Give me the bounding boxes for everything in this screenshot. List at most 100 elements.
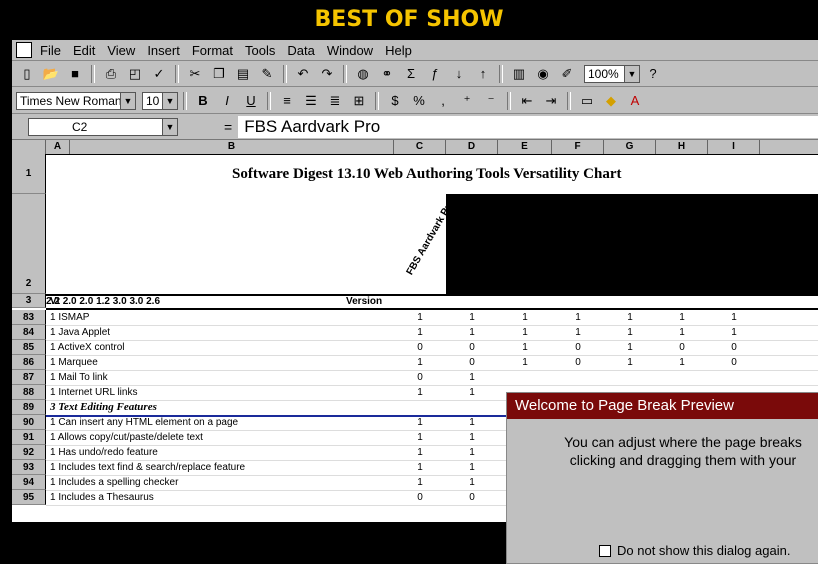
value-cell[interactable]: 0 [394,370,446,385]
bold-button[interactable]: B [192,91,214,111]
sort-descending-icon[interactable]: ↑ [472,64,494,84]
formula-input[interactable]: FBS Aardvark Pro [238,116,818,138]
value-cell[interactable]: 1 [446,475,498,490]
value-cell[interactable]: 0 [708,340,760,355]
document-icon[interactable] [16,42,32,58]
menu-format[interactable]: Format [186,43,239,58]
feature-label[interactable]: 1 Includes text find & search/replace fe… [50,460,390,475]
row-header[interactable]: 85 [12,340,46,355]
equals-icon[interactable]: = [224,119,232,135]
value-cell[interactable]: 1 [446,325,498,340]
autosum-icon[interactable]: Σ [400,64,422,84]
help-icon[interactable]: ? [642,64,664,84]
italic-button[interactable]: I [216,91,238,111]
value-cell[interactable]: 1 [394,445,446,460]
chart-wizard-icon[interactable]: ▥ [508,64,530,84]
align-left-icon[interactable]: ≡ [276,91,298,111]
row-header[interactable]: 86 [12,355,46,370]
align-center-icon[interactable]: ☰ [300,91,322,111]
feature-label[interactable]: 1 Java Applet [50,325,390,340]
menu-data[interactable]: Data [281,43,320,58]
cut-icon[interactable]: ✂ [184,64,206,84]
value-cell[interactable]: 1 [394,415,446,430]
value-cell[interactable]: 1 [446,370,498,385]
save-icon[interactable]: ■ [64,64,86,84]
fill-color-icon[interactable]: ◆ [600,91,622,111]
comma-icon[interactable]: , [432,91,454,111]
row-header[interactable]: 87 [12,370,46,385]
undo-icon[interactable]: ↶ [292,64,314,84]
value-cell[interactable]: 0 [656,340,708,355]
value-cell[interactable]: 1 [604,325,656,340]
value-cell[interactable]: 1 [604,340,656,355]
paste-icon[interactable]: ▤ [232,64,254,84]
value-cell[interactable]: 1 [552,310,604,325]
value-cell[interactable]: 0 [394,340,446,355]
value-cell[interactable]: 1 [656,325,708,340]
value-cell[interactable]: 1 [446,445,498,460]
value-cell[interactable]: 1 [394,310,446,325]
version-cell[interactable]: 3.0 [129,296,143,307]
value-cell[interactable]: 1 [394,385,446,400]
increase-decimal-icon[interactable]: ⁺ [456,91,478,111]
row-header[interactable]: 93 [12,460,46,475]
print-preview-icon[interactable]: ◰ [124,64,146,84]
version-cell[interactable]: 1.2 [96,296,110,307]
chevron-down-icon[interactable]: ▼ [162,92,177,109]
row-header[interactable]: 1 [12,154,46,194]
feature-label[interactable]: 1 Marquee [50,355,390,370]
feature-label[interactable]: 1 ISMAP [50,310,390,325]
copy-icon[interactable]: ❐ [208,64,230,84]
percent-icon[interactable]: % [408,91,430,111]
column-header-g[interactable]: G [604,140,656,154]
row-header[interactable]: 95 [12,490,46,505]
font-size-select[interactable]: 10 ▼ [142,91,178,110]
currency-icon[interactable]: $ [384,91,406,111]
menu-view[interactable]: View [101,43,141,58]
value-cell[interactable]: 0 [552,355,604,370]
value-cell[interactable]: 1 [498,325,552,340]
column-header-b[interactable]: B [70,140,394,154]
menu-edit[interactable]: Edit [67,43,101,58]
increase-indent-icon[interactable]: ⇥ [540,91,562,111]
column-header-d[interactable]: D [446,140,498,154]
column-header-e[interactable]: E [498,140,552,154]
value-cell[interactable]: 0 [446,355,498,370]
format-painter-icon[interactable]: ✎ [256,64,278,84]
value-cell[interactable]: 1 [394,460,446,475]
value-cell[interactable]: 1 [708,325,760,340]
column-header-c[interactable]: C [394,140,446,154]
chevron-down-icon[interactable]: ▼ [624,65,639,82]
column-header-a[interactable]: A [46,140,70,154]
sort-ascending-icon[interactable]: ↓ [448,64,470,84]
decrease-indent-icon[interactable]: ⇤ [516,91,538,111]
web-icon[interactable]: ◍ [352,64,374,84]
row-header[interactable]: 89 [12,400,46,415]
value-cell[interactable]: 1 [498,355,552,370]
version-cell[interactable]: 2.0 [63,296,77,307]
value-cell[interactable]: 1 [446,460,498,475]
value-cell[interactable]: 0 [446,490,498,505]
row-header[interactable]: 90 [12,415,46,430]
chevron-down-icon[interactable]: ▼ [120,92,135,109]
value-cell[interactable]: 1 [394,430,446,445]
value-cell[interactable]: 1 [656,355,708,370]
map-icon[interactable]: ◉ [532,64,554,84]
value-cell[interactable]: 1 [498,340,552,355]
feature-label[interactable]: 1 Internet URL links [50,385,390,400]
value-cell[interactable]: 1 [446,430,498,445]
open-icon[interactable]: 📂 [40,64,62,84]
value-cell[interactable]: 1 [552,325,604,340]
menu-tools[interactable]: Tools [239,43,281,58]
product-header-c[interactable]: FBS Aardvark Pro [394,194,447,294]
row-header[interactable]: 2 [12,194,46,294]
borders-icon[interactable]: ▭ [576,91,598,111]
function-icon[interactable]: ƒ [424,64,446,84]
row-header[interactable]: 84 [12,325,46,340]
merge-center-icon[interactable]: ⊞ [348,91,370,111]
value-cell[interactable]: 1 [708,310,760,325]
column-header-f[interactable]: F [552,140,604,154]
feature-label[interactable]: 1 Has undo/redo feature [50,445,390,460]
value-cell[interactable]: 1 [394,325,446,340]
feature-label[interactable]: 1 Can insert any HTML element on a page [50,415,390,430]
